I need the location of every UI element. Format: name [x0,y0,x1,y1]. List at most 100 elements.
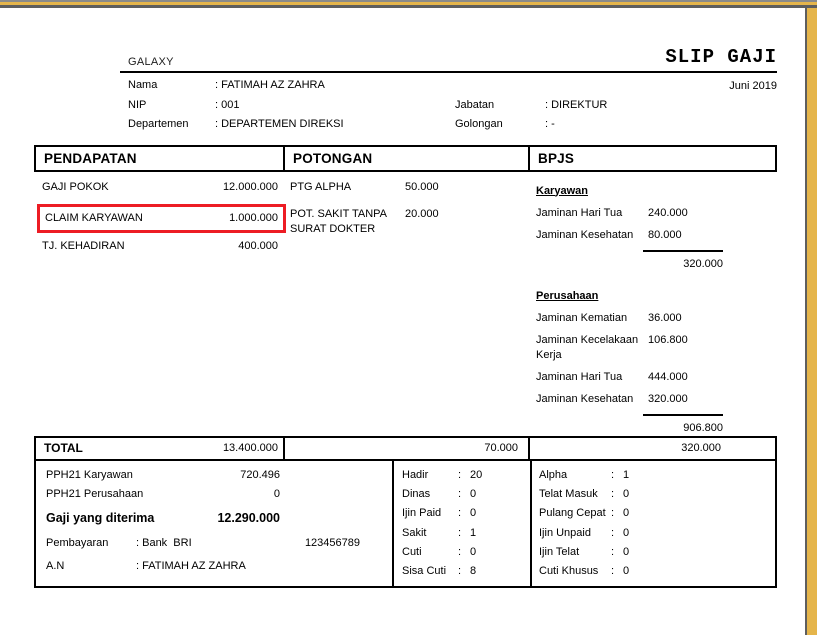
att-label: Cuti [402,545,458,560]
att-label: Cuti Khusus [539,564,611,579]
payment-account-number: 123456789 [305,536,360,551]
table-body: GAJI POKOK 12.000.000 CLAIM KARYAWAN 1.0… [34,172,777,436]
item-label: POT. SAKIT TANPA SURAT DOKTER [290,207,405,237]
golongan-value: : - [545,118,777,138]
colon: : [611,545,623,560]
item-label: CLAIM KARYAWAN [45,211,229,226]
colon: : [458,506,470,521]
total-bpjs-cell: 320.000 [528,438,775,459]
att-label: Pulang Cepat [539,506,611,521]
att-value: 1 [470,526,476,541]
att-value: 20 [470,468,482,483]
item-label: TJ. KEHADIRAN [42,239,238,254]
attendance-row: Ijin Paid : 0 [402,506,530,521]
period-label: Juni 2019 [729,80,777,92]
pendapatan-item: TJ. KEHADIRAN 400.000 [42,239,278,254]
table-header-row: PENDAPATAN POTONGAN BPJS [34,145,777,172]
bpjs-item: Jaminan Kesehatan 80.000 [536,228,723,243]
item-label: Jaminan Kesehatan [536,392,648,407]
colon: : [611,468,623,483]
colon: : [611,564,623,579]
attendance-row: Cuti : 0 [402,545,530,560]
colon: : [611,526,623,541]
att-value: 0 [470,487,476,502]
att-value: 0 [623,506,629,521]
bpjs-item: Jaminan Hari Tua 240.000 [536,206,723,221]
departemen-label: Departemen [128,118,215,138]
summary-box: PPH21 Karyawan 720.496 PPH21 Perusahaan … [34,459,777,588]
window-frame-right [805,8,817,635]
att-value: 1 [623,468,629,483]
window-frame-top [0,0,817,8]
row-label: PPH21 Perusahaan [46,487,274,502]
info-row-departemen: Departemen : DEPARTEMEN DIREKSI Golongan… [128,118,777,138]
att-value: 0 [623,526,629,541]
attendance-row: Sakit : 1 [402,526,530,541]
report-header: GALAXY SLIP GAJI [128,42,777,68]
att-label: Sakit [402,526,458,541]
bpjs-item: Jaminan Hari Tua 444.000 [536,370,723,385]
company-name: GALAXY [128,56,174,68]
attendance-row: Ijin Unpaid : 0 [539,526,775,541]
document-title: SLIP GAJI [665,46,777,68]
info-row-nip: NIP : 001 Jabatan : DIREKTUR [128,99,777,119]
pendapatan-header: PENDAPATAN [36,147,283,170]
att-value: 0 [623,564,629,579]
jabatan-label: Jabatan [455,99,545,119]
account-name-row: A.N : FATIMAH AZ ZAHRA [46,559,392,574]
pendapatan-item: GAJI POKOK 12.000.000 [42,180,278,195]
att-value: 0 [623,545,629,560]
pendapatan-column: GAJI POKOK 12.000.000 CLAIM KARYAWAN 1.0… [34,172,283,436]
item-value: 106.800 [648,333,688,363]
bpjs-item: Jaminan Kesehatan 320.000 [536,392,723,407]
bpjs-perusahaan-group-title: Perusahaan [536,289,723,304]
colon: : [458,564,470,579]
attendance-cell-1: Hadir : 20 Dinas : 0 Ijin Paid : 0 Sakit… [392,461,530,586]
item-label: GAJI POKOK [42,180,223,195]
att-label: Ijin Paid [402,506,458,521]
total-pendapatan-cell: TOTAL 13.400.000 [36,438,283,459]
attendance-row: Cuti Khusus : 0 [539,564,775,579]
pph21-perusahaan-row: PPH21 Perusahaan 0 [46,487,280,502]
nip-value: : 001 [215,99,455,119]
item-value: 50.000 [405,180,439,195]
potongan-item: POT. SAKIT TANPA SURAT DOKTER 20.000 [290,207,520,237]
bpjs-karyawan-group-title: Karyawan [536,184,723,199]
att-label: Telat Masuk [539,487,611,502]
golongan-label: Golongan [455,118,545,138]
colon: : [611,506,623,521]
att-label: Sisa Cuti [402,564,458,579]
item-label: Jaminan Kematian [536,311,648,326]
attendance-row: Dinas : 0 [402,487,530,502]
item-label: PTG ALPHA [290,180,405,195]
colon: : [458,468,470,483]
item-value: 400.000 [238,239,278,254]
salary-summary-cell: PPH21 Karyawan 720.496 PPH21 Perusahaan … [36,461,392,586]
att-value: 0 [623,487,629,502]
item-label: Jaminan Hari Tua [536,206,648,221]
jabatan-value: : DIREKTUR [545,99,777,119]
att-value: 0 [470,506,476,521]
total-label: TOTAL [44,441,223,455]
item-value: 12.000.000 [223,180,278,195]
item-label: Jaminan Hari Tua [536,370,648,385]
colon: : [458,545,470,560]
total-pendapatan-value: 13.400.000 [223,442,278,454]
attendance-cell-2: Alpha : 1 Telat Masuk : 0 Pulang Cepat :… [530,461,775,586]
attendance-row: Ijin Telat : 0 [539,545,775,560]
net-salary-value: 12.290.000 [217,510,280,527]
payment-bank: : Bank BRI [136,536,305,551]
colon: : [458,487,470,502]
colon: : [458,526,470,541]
item-value: 20.000 [405,207,439,237]
departemen-value: : DEPARTEMEN DIREKSI [215,118,455,138]
bpjs-item: Jaminan Kematian 36.000 [536,311,723,326]
potongan-header: POTONGAN [283,147,528,170]
total-bpjs-value: 320.000 [681,442,721,454]
att-label: Alpha [539,468,611,483]
item-value: 444.000 [648,370,688,385]
potongan-column: PTG ALPHA 50.000 POT. SAKIT TANPA SURAT … [283,172,530,436]
pph21-karyawan-row: PPH21 Karyawan 720.496 [46,468,280,483]
bpjs-perusahaan-subtotal: 906.800 [536,421,723,436]
attendance-row: Hadir : 20 [402,468,530,483]
